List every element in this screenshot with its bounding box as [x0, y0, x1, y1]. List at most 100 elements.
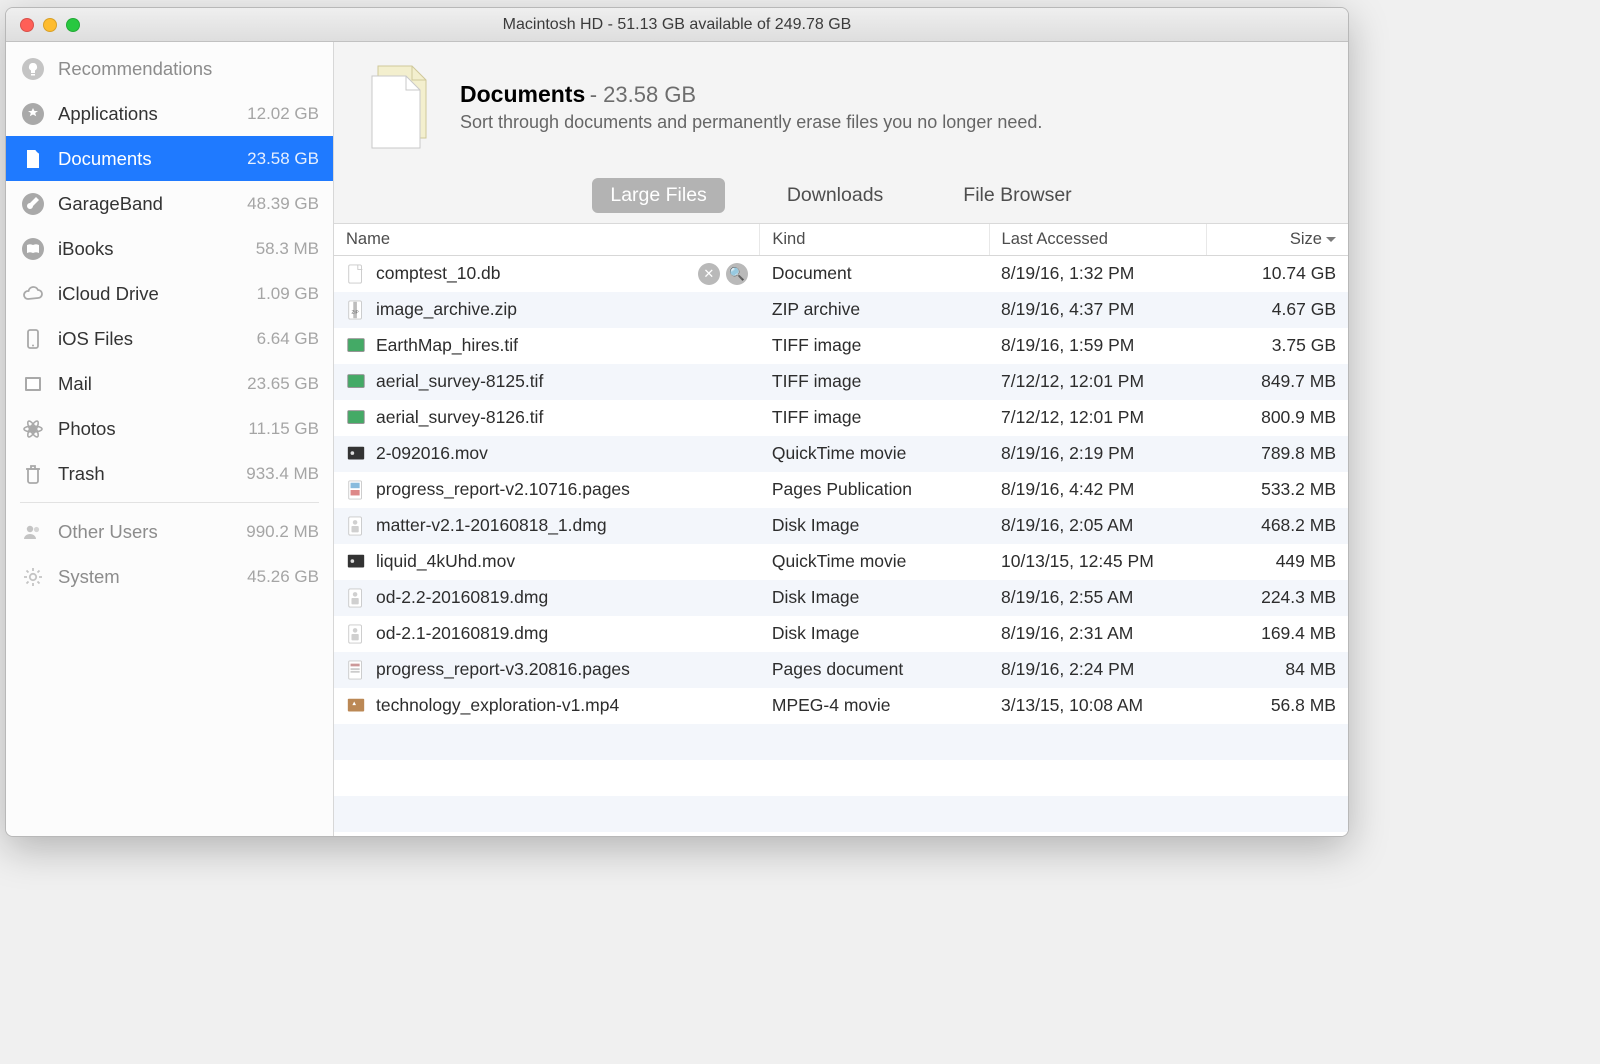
file-kind: QuickTime movie — [760, 436, 989, 472]
sidebar-item-size: 11.15 GB — [248, 419, 319, 439]
storage-management-window: Macintosh HD - 51.13 GB available of 249… — [5, 7, 1349, 837]
file-name: aerial_survey-8126.tif — [376, 407, 543, 428]
file-size: 789.8 MB — [1206, 436, 1348, 472]
file-name: progress_report-v2.10716.pages — [376, 479, 630, 500]
table-row[interactable]: comptest_10.db ✕ 🔍 Document 8/19/16, 1:3… — [334, 256, 1348, 292]
file-icon — [346, 478, 366, 502]
table-row[interactable]: od-2.2-20160819.dmg Disk Image 8/19/16, … — [334, 580, 1348, 616]
table-row[interactable]: progress_report-v3.20816.pages Pages doc… — [334, 652, 1348, 688]
file-last-accessed: 8/19/16, 1:32 PM — [989, 256, 1206, 292]
guitar-icon — [20, 191, 46, 217]
sidebar-item-label: Trash — [58, 463, 234, 485]
reveal-icon[interactable]: 🔍 — [726, 263, 748, 285]
file-icon — [346, 514, 366, 538]
file-table-wrap[interactable]: Name Kind Last Accessed Size comptest_10… — [334, 224, 1348, 836]
file-icon — [346, 262, 366, 286]
sidebar-item-icloud-drive[interactable]: iCloud Drive1.09 GB — [6, 271, 333, 316]
lightbulb-icon — [20, 56, 46, 82]
file-icon — [346, 694, 366, 718]
table-row[interactable]: od-2.1-20160819.dmg Disk Image 8/19/16, … — [334, 616, 1348, 652]
tab-downloads[interactable]: Downloads — [769, 178, 901, 213]
table-row[interactable]: technology_exploration-v1.mp4 MPEG-4 mov… — [334, 688, 1348, 724]
sidebar-item-photos[interactable]: Photos11.15 GB — [6, 406, 333, 451]
tab-file-browser[interactable]: File Browser — [945, 178, 1089, 213]
sidebar-item-mail[interactable]: Mail23.65 GB — [6, 361, 333, 406]
sidebar-item-label: iCloud Drive — [58, 283, 245, 305]
file-size: 449 MB — [1206, 544, 1348, 580]
table-row[interactable]: 2-092016.mov QuickTime movie 8/19/16, 2:… — [334, 436, 1348, 472]
sidebar-item-garageband[interactable]: GarageBand48.39 GB — [6, 181, 333, 226]
category-header-text: Documents - 23.58 GB Sort through docume… — [460, 81, 1042, 133]
category-title: Documents — [460, 81, 585, 107]
file-size: 84 MB — [1206, 652, 1348, 688]
file-icon: ZIP — [346, 298, 366, 322]
sidebar-item-size: 48.39 GB — [247, 194, 319, 214]
sidebar-item-documents[interactable]: Documents 23.58 GB — [6, 136, 333, 181]
file-icon — [346, 442, 366, 466]
book-icon — [20, 236, 46, 262]
sidebar-item-trash[interactable]: Trash 933.4 MB — [6, 451, 333, 496]
sidebar-item-ios-files[interactable]: iOS Files6.64 GB — [6, 316, 333, 361]
file-kind: Disk Image — [760, 616, 989, 652]
table-row-empty — [334, 724, 1348, 760]
sidebar: RecommendationsApplications12.02 GBDocum… — [6, 42, 334, 836]
sidebar-item-label: iOS Files — [58, 328, 245, 350]
file-size: 4.67 GB — [1206, 292, 1348, 328]
col-size[interactable]: Size — [1206, 224, 1348, 256]
tab-large-files[interactable]: Large Files — [592, 178, 724, 213]
file-size: 468.2 MB — [1206, 508, 1348, 544]
file-last-accessed: 8/19/16, 2:05 AM — [989, 508, 1206, 544]
file-size: 224.3 MB — [1206, 580, 1348, 616]
file-last-accessed: 8/19/16, 4:42 PM — [989, 472, 1206, 508]
file-name: technology_exploration-v1.mp4 — [376, 695, 619, 716]
file-size: 800.9 MB — [1206, 400, 1348, 436]
flower-icon — [20, 416, 46, 442]
cloud-icon — [20, 281, 46, 307]
sidebar-item-label: Other Users — [58, 521, 234, 543]
file-kind: ZIP archive — [760, 292, 989, 328]
file-name: EarthMap_hires.tif — [376, 335, 518, 356]
col-last-accessed[interactable]: Last Accessed — [989, 224, 1206, 256]
col-kind[interactable]: Kind — [760, 224, 989, 256]
table-row[interactable]: EarthMap_hires.tif TIFF image 8/19/16, 1… — [334, 328, 1348, 364]
sidebar-item-other-users[interactable]: Other Users990.2 MB — [6, 509, 333, 554]
file-name: image_archive.zip — [376, 299, 517, 320]
table-row-empty — [334, 796, 1348, 832]
sidebar-item-size: 23.58 GB — [247, 149, 319, 169]
file-size: 56.8 MB — [1206, 688, 1348, 724]
file-icon — [346, 370, 366, 394]
sidebar-item-label: Documents — [58, 148, 235, 170]
sidebar-item-label: System — [58, 566, 235, 588]
category-size: - 23.58 GB — [590, 82, 696, 107]
file-icon — [346, 622, 366, 646]
table-row[interactable]: ZIP image_archive.zip ZIP archive 8/19/1… — [334, 292, 1348, 328]
sidebar-item-applications[interactable]: Applications12.02 GB — [6, 91, 333, 136]
trash-icon — [20, 461, 46, 487]
file-kind: TIFF image — [760, 328, 989, 364]
sidebar-item-size: 23.65 GB — [247, 374, 319, 394]
file-last-accessed: 3/13/15, 10:08 AM — [989, 688, 1206, 724]
table-row[interactable]: matter-v2.1-20160818_1.dmg Disk Image 8/… — [334, 508, 1348, 544]
file-icon — [346, 334, 366, 358]
file-icon — [346, 550, 366, 574]
delete-icon[interactable]: ✕ — [698, 263, 720, 285]
category-header: Documents - 23.58 GB Sort through docume… — [334, 42, 1348, 170]
sidebar-item-system[interactable]: System45.26 GB — [6, 554, 333, 599]
sidebar-item-recommendations[interactable]: Recommendations — [6, 46, 333, 91]
sidebar-item-label: Recommendations — [58, 58, 307, 80]
sidebar-item-label: iBooks — [58, 238, 244, 260]
file-icon — [346, 658, 366, 682]
table-row[interactable]: liquid_4kUhd.mov QuickTime movie 10/13/1… — [334, 544, 1348, 580]
phone-icon — [20, 326, 46, 352]
file-size: 169.4 MB — [1206, 616, 1348, 652]
documents-large-icon — [368, 62, 438, 152]
table-row[interactable]: progress_report-v2.10716.pages Pages Pub… — [334, 472, 1348, 508]
sidebar-item-size: 933.4 MB — [246, 464, 319, 484]
table-row[interactable]: aerial_survey-8126.tif TIFF image 7/12/1… — [334, 400, 1348, 436]
appstore-icon — [20, 101, 46, 127]
sidebar-item-ibooks[interactable]: iBooks58.3 MB — [6, 226, 333, 271]
file-kind: Document — [760, 256, 989, 292]
window-title: Macintosh HD - 51.13 GB available of 249… — [6, 16, 1348, 34]
table-row[interactable]: aerial_survey-8125.tif TIFF image 7/12/1… — [334, 364, 1348, 400]
col-name[interactable]: Name — [334, 224, 760, 256]
